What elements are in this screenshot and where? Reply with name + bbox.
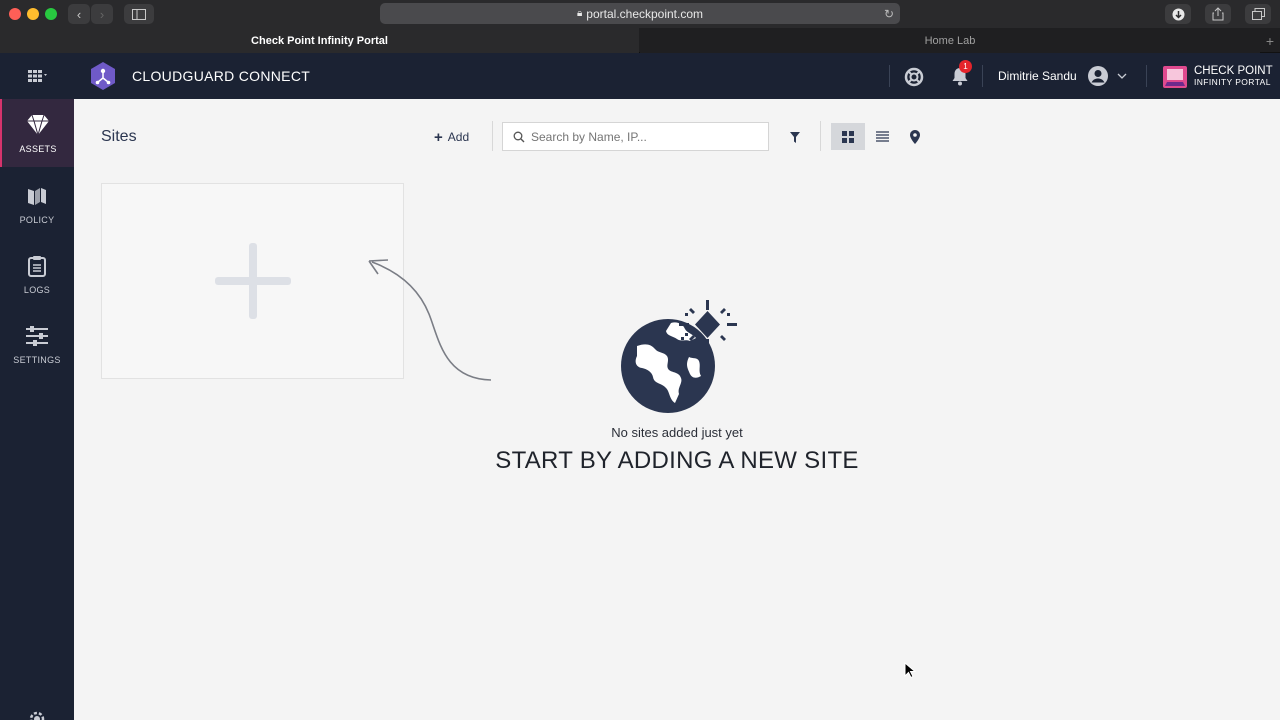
list-view-icon (875, 131, 889, 142)
download-icon (1172, 8, 1184, 20)
search-field[interactable] (502, 122, 769, 151)
forward-button[interactable]: › (91, 4, 113, 24)
check-point-logo-icon (1163, 66, 1187, 88)
sidebar-item-label: LOGS (23, 285, 51, 295)
tabs-icon (1251, 8, 1265, 20)
user-menu[interactable]: Dimitrie Sandu (998, 63, 1133, 89)
app-header: CLOUDGUARD CONNECT 1 Dimitrie Sandu CHEC… (0, 53, 1280, 99)
brand-line1: CHECK POINT (1194, 65, 1273, 77)
notification-badge: 1 (959, 60, 972, 73)
toolbar-divider (492, 121, 493, 151)
large-plus-icon (214, 243, 291, 319)
sidebar-nav: ASSETS POLICY LOGS SETTINGS (0, 99, 74, 720)
close-window-button[interactable] (9, 8, 21, 20)
header-divider (889, 65, 890, 87)
sidebar-item-policy[interactable]: POLICY (0, 170, 74, 238)
header-divider (982, 65, 983, 87)
chevron-left-icon: ‹ (76, 6, 82, 22)
add-label: Add (447, 130, 470, 144)
product-name: CLOUDGUARD CONNECT (132, 68, 311, 84)
sliders-icon (26, 326, 48, 346)
tab-label: Home Lab (924, 34, 976, 47)
sidebar-toggle-button[interactable] (124, 4, 154, 24)
global-settings-button[interactable] (27, 709, 47, 720)
add-site-button[interactable]: + Add (434, 127, 469, 147)
plus-icon: + (1265, 32, 1275, 49)
tabs-overview-button[interactable] (1245, 4, 1271, 24)
tab-check-point-infinity-portal[interactable]: Check Point Infinity Portal (0, 28, 639, 53)
cloudguard-logo (89, 61, 117, 91)
user-avatar-icon (1087, 66, 1108, 86)
filter-icon (790, 131, 800, 143)
grid-view-button[interactable] (831, 123, 865, 150)
new-tab-button[interactable]: + (1260, 28, 1280, 53)
cloudguard-logo-icon (91, 62, 115, 90)
reload-icon[interactable]: ↻ (884, 7, 894, 21)
empty-state-message: No sites added just yet (611, 425, 743, 440)
grid-menu-icon (28, 70, 47, 82)
filter-button[interactable] (784, 127, 806, 147)
globe-illustration-icon (621, 300, 737, 413)
add-site-card[interactable] (101, 183, 404, 379)
sidebar-item-label: SETTINGS (13, 355, 61, 365)
sidebar-item-label: ASSETS (19, 144, 57, 154)
browser-toolbar: ‹ › 🔒︎ portal.checkpoint.com ↻ (0, 0, 1280, 28)
lock-icon: 🔒︎ (576, 8, 583, 19)
url-text: portal.checkpoint.com (586, 6, 704, 21)
chevron-down-icon (1117, 73, 1127, 79)
minimize-window-button[interactable] (27, 8, 39, 20)
list-view-button[interactable] (868, 123, 896, 150)
address-bar[interactable]: 🔒︎ portal.checkpoint.com ↻ (380, 3, 900, 24)
notifications-button[interactable]: 1 (949, 60, 972, 87)
mouse-cursor-icon (904, 662, 916, 679)
diamond-icon (27, 114, 49, 136)
map-pin-icon (910, 129, 920, 144)
back-button[interactable]: ‹ (68, 4, 90, 24)
user-name: Dimitrie Sandu (998, 69, 1077, 83)
search-input[interactable] (531, 129, 751, 144)
sidebar-item-logs[interactable]: LOGS (0, 240, 74, 308)
page-title: Sites (101, 128, 137, 145)
app-switcher-button[interactable] (26, 65, 50, 87)
main-content: Sites + Add Search by Name, IP... No sit… (74, 99, 1280, 720)
brand-line2: INFINITY PORTAL (1194, 77, 1271, 87)
gear-icon (29, 711, 45, 720)
header-divider (1146, 65, 1147, 87)
lifebuoy-icon (904, 67, 924, 87)
tab-label: Check Point Infinity Portal (251, 34, 388, 47)
grid-view-icon (842, 130, 854, 143)
tab-home-lab[interactable]: Home Lab (640, 28, 1260, 53)
check-point-brand[interactable]: CHECK POINT INFINITY PORTAL (1162, 63, 1277, 91)
share-button[interactable] (1205, 4, 1231, 24)
sidebar-icon (132, 8, 146, 20)
browser-tab-strip: Check Point Infinity Portal Home Lab + (0, 28, 1280, 53)
support-button[interactable] (903, 66, 925, 88)
map-view-button[interactable] (902, 123, 928, 150)
sidebar-item-label: POLICY (19, 215, 55, 225)
curved-arrow-illustration (368, 259, 492, 381)
downloads-button[interactable] (1165, 4, 1191, 24)
clipboard-icon (28, 256, 46, 277)
empty-state-heading: START BY ADDING A NEW SITE (495, 447, 859, 474)
share-icon (1212, 7, 1224, 21)
chevron-right-icon: › (99, 6, 105, 22)
sidebar-item-assets[interactable]: ASSETS (0, 99, 74, 167)
zoom-window-button[interactable] (45, 8, 57, 20)
sidebar-item-settings[interactable]: SETTINGS (0, 310, 74, 378)
map-icon (28, 188, 46, 205)
plus-icon: + (434, 128, 443, 146)
search-icon (513, 131, 525, 142)
toolbar-divider (820, 121, 821, 151)
